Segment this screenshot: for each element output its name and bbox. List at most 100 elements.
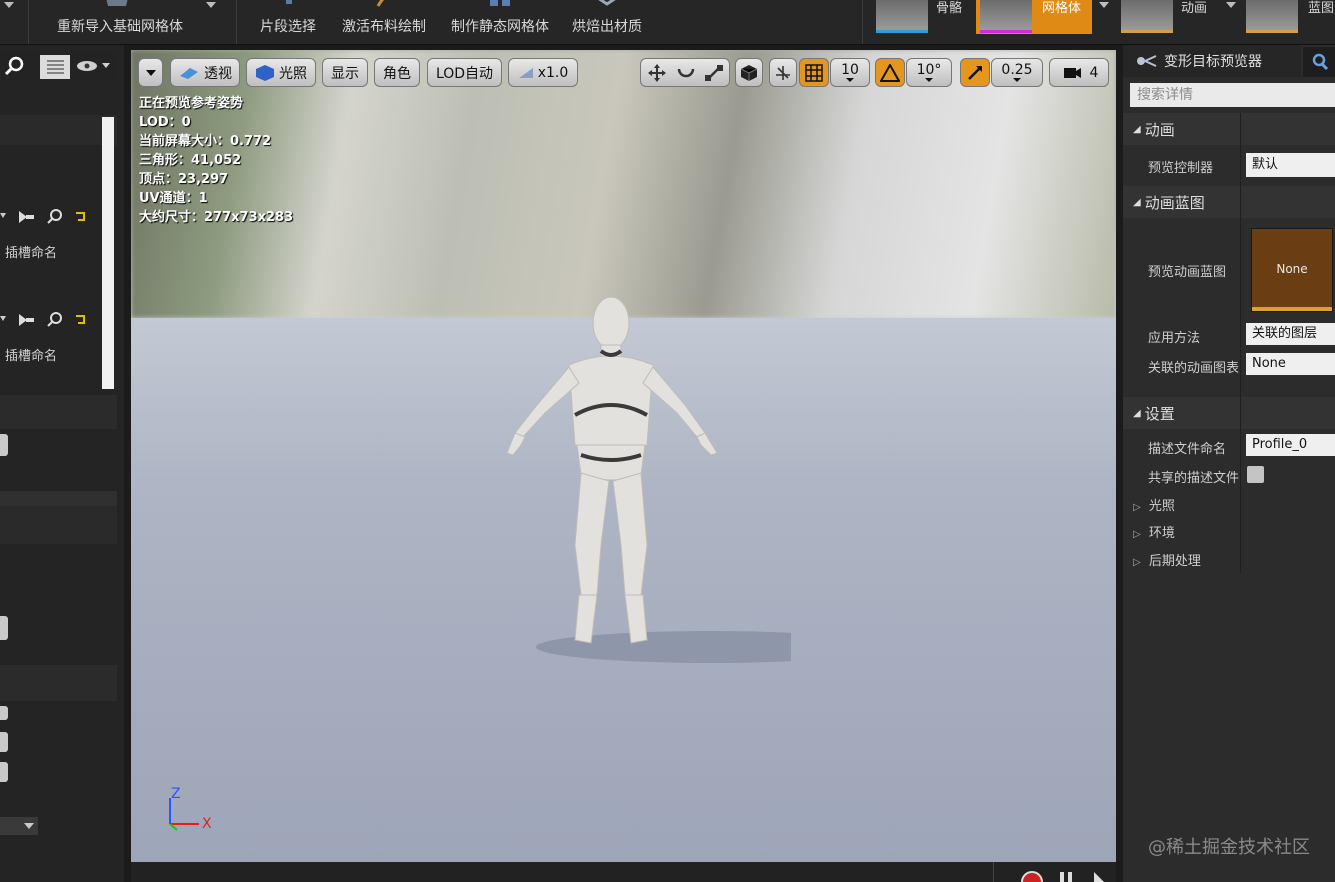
paint-brush-icon [376, 0, 385, 7]
left-panel-control[interactable] [0, 732, 8, 752]
viewport[interactable]: 透视 光照 显示 角色 LOD自动 x1.0 10 10° 0.25 4 正在预… [131, 50, 1116, 862]
mode-mesh-active[interactable]: 网格体 [976, 0, 1092, 34]
left-panel-section [0, 665, 117, 701]
lighting-button[interactable]: 光照 [246, 58, 316, 87]
section-lighting[interactable]: ▷ 光照 [1133, 495, 1175, 514]
stats-approx-size: 大约尺寸：277x73x283 [139, 210, 294, 225]
coordinate-system-button[interactable] [735, 58, 763, 87]
lod-button[interactable]: LOD自动 [427, 58, 502, 87]
speed-icon [518, 67, 533, 78]
mode-animation[interactable]: 动画 [1121, 0, 1221, 34]
preview-anim-bp-label: 预览动画蓝图 [1148, 265, 1227, 280]
mode-animation-dropdown-arrow-icon[interactable] [1226, 2, 1236, 8]
shared-profile-label: 共享的描述文件 [1148, 471, 1240, 486]
mode-skeleton-label: 骨骼 [936, 1, 963, 16]
rotate-icon [677, 68, 695, 77]
viewport-options-button[interactable] [138, 58, 163, 87]
bake-materials-button[interactable]: 烘焙出材质 [568, 0, 646, 44]
grid-snap-value: 10 [841, 62, 859, 78]
perspective-icon [180, 67, 198, 79]
rotation-snap-value-dropdown[interactable]: 10° [906, 58, 952, 87]
camera-icon [1063, 67, 1081, 78]
axis-z-label: Z [171, 786, 181, 802]
section-anim-blueprint[interactable]: ◢ 动画蓝图 [1123, 186, 1335, 218]
shared-profile-checkbox[interactable] [1247, 466, 1264, 483]
toolbar-separator [862, 0, 863, 44]
bake-materials-icon [598, 0, 616, 6]
transform-mode-group[interactable] [640, 58, 730, 87]
mode-mesh-dropdown-arrow-icon[interactable] [1099, 2, 1109, 8]
section-environment[interactable]: ▷ 环境 [1133, 522, 1175, 541]
apply-method-dropdown[interactable]: 关联的图层 [1246, 323, 1335, 345]
stats-vertices: 顶点：23,297 [139, 172, 229, 187]
search-icon[interactable] [4, 56, 26, 76]
section-animation[interactable]: ◢ 动画 [1123, 113, 1335, 145]
section-lighting-title: 光照 [1148, 499, 1175, 514]
mode-skeleton[interactable]: 骨骼 [876, 0, 971, 34]
anim-blueprint-thumbnail-label: None [1276, 262, 1308, 276]
reimport-label: 重新导入基础网格体 [57, 19, 183, 35]
surface-snap-icon [776, 65, 790, 80]
tab-morph-target-previewer[interactable]: 变形目标预览器 [1123, 45, 1301, 77]
section-select-button[interactable]: 片段选择 [256, 0, 320, 44]
linked-anim-graph-dropdown[interactable]: None [1246, 353, 1335, 375]
details-search-input[interactable]: 搜索详情 [1130, 83, 1335, 107]
perspective-button[interactable]: 透视 [170, 58, 240, 87]
playback-controls[interactable] [1016, 868, 1116, 882]
viewport-stats-overlay: 正在预览参考姿势 LOD：0 当前屏幕大小：0.772 三角形：41,052 顶… [139, 94, 293, 227]
chevron-down-icon [925, 78, 933, 82]
left-panel-section [0, 395, 117, 429]
make-static-mesh-button[interactable]: 制作静态网格体 [446, 0, 554, 44]
left-panel-scrollbar[interactable] [102, 117, 114, 389]
reimport-base-mesh-button[interactable]: 重新导入基础网格体 [50, 0, 190, 44]
grid-snap-value-dropdown[interactable]: 10 [830, 58, 870, 87]
list-view-icon[interactable] [40, 55, 70, 79]
rotation-snap-toggle[interactable] [875, 58, 905, 87]
static-mesh-icon [490, 0, 510, 6]
scale-snap-toggle[interactable] [960, 58, 990, 87]
stats-lod: LOD：0 [139, 115, 191, 130]
reimport-icon [106, 0, 128, 6]
skeleton-thumbnail [876, 0, 928, 33]
chevron-down-icon [846, 78, 854, 82]
visibility-eye-icon[interactable] [76, 59, 112, 73]
anim-blueprint-thumbnail[interactable]: None [1251, 228, 1333, 312]
toolbar-separator [236, 0, 237, 44]
section-settings[interactable]: ◢ 设置 [1123, 397, 1335, 429]
section-post-process[interactable]: ▷ 后期处理 [1133, 550, 1201, 569]
mode-mesh-label: 网格体 [1042, 1, 1082, 16]
left-panel-control[interactable] [0, 434, 8, 456]
animation-thumbnail [1121, 0, 1173, 33]
mode-animation-label: 动画 [1181, 1, 1208, 16]
morph-target-icon [1137, 55, 1157, 67]
make-static-mesh-label: 制作静态网格体 [451, 19, 549, 35]
stats-uv-channels: UV通道：1 [139, 191, 208, 206]
watermark-text: @稀土掘金技术社区 [1148, 837, 1310, 858]
reimport-dropdown-arrow-icon[interactable] [206, 2, 216, 8]
details-panel: 变形目标预览器 搜索详情 ◢ 动画 预览控制器 默认 ◢ 动画蓝图 预览动画蓝图… [1123, 45, 1335, 882]
mannequin-character [506, 296, 791, 663]
profile-name-input[interactable]: Profile_0 [1246, 434, 1335, 456]
preview-controller-dropdown[interactable]: 默认 [1246, 153, 1335, 177]
left-panel-control[interactable] [0, 616, 8, 640]
left-panel: 插槽命名 插槽命名 [0, 45, 124, 882]
mode-blueprint[interactable]: 蓝图 [1246, 0, 1335, 34]
camera-speed-button[interactable]: 4 [1049, 58, 1109, 87]
bake-materials-label: 烘焙出材质 [572, 19, 642, 35]
dropdown-arrow-icon[interactable] [4, 2, 14, 8]
character-button[interactable]: 角色 [374, 58, 420, 87]
expand-triangle-icon: ▷ [1133, 557, 1141, 568]
left-panel-dropdown[interactable] [0, 817, 38, 835]
playback-speed-button[interactable]: x1.0 [508, 58, 578, 87]
expand-triangle-icon: ▷ [1133, 502, 1141, 513]
details-search-tab[interactable] [1303, 47, 1335, 77]
show-button[interactable]: 显示 [322, 58, 368, 87]
grid-snap-toggle[interactable] [799, 58, 829, 87]
surface-snap-button[interactable] [769, 58, 797, 87]
scale-snap-value-dropdown[interactable]: 0.25 [991, 58, 1043, 87]
cloth-paint-button[interactable]: 激活布料绘制 [338, 0, 430, 44]
left-panel-control[interactable] [0, 762, 8, 782]
perspective-label: 透视 [204, 65, 232, 82]
character-label: 角色 [383, 65, 411, 82]
left-panel-control[interactable] [0, 706, 8, 720]
